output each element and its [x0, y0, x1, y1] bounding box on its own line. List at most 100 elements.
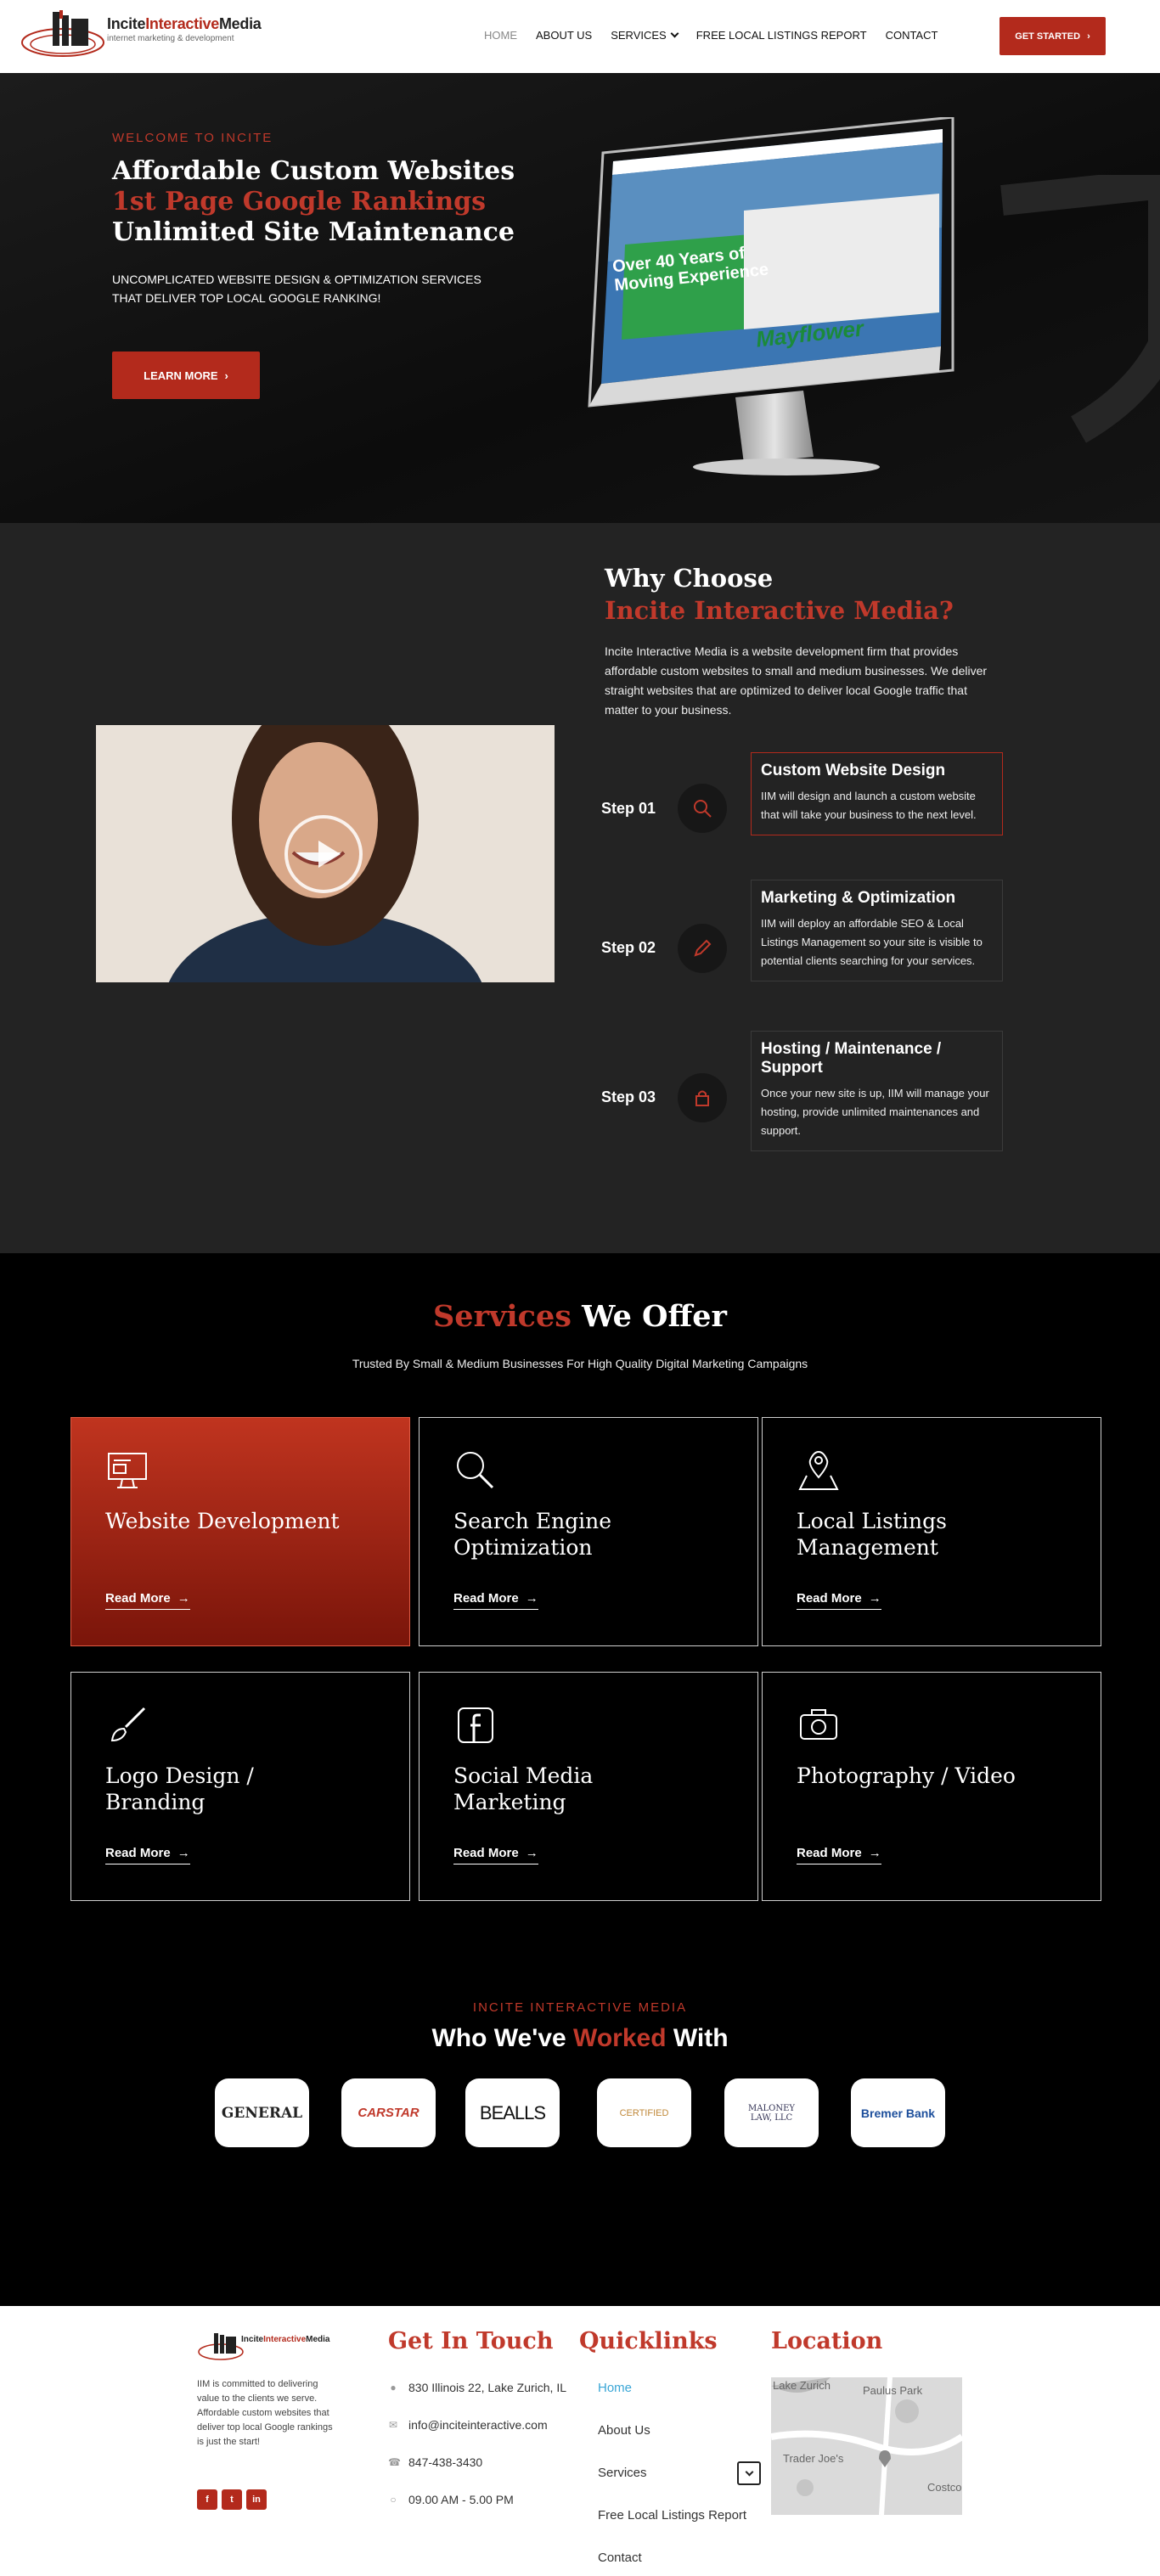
service-card-website[interactable]: Website Development Read More →: [70, 1417, 410, 1646]
client-logo-bremer: Bremer Bank: [851, 2078, 945, 2147]
clock-icon: ○: [390, 2494, 397, 2506]
site-header: InciteInteractiveMedia internet marketin…: [0, 0, 1160, 73]
services-title: Services We Offer: [0, 1299, 1160, 1334]
hero-line-2: 1st Page Google Rankings: [112, 187, 487, 217]
read-more-label: Read More: [105, 1591, 171, 1606]
chevron-right-icon: ›: [224, 368, 228, 382]
read-more-link[interactable]: Read More →: [105, 1846, 190, 1865]
read-more-link[interactable]: Read More →: [453, 1591, 538, 1610]
nav-about[interactable]: ABOUT US: [536, 29, 592, 42]
step-card: Marketing & Optimization IIM will deploy…: [751, 880, 1003, 981]
service-card-logo-design[interactable]: Logo Design / Branding Read More →: [70, 1672, 410, 1901]
brand-tagline: internet marketing & development: [107, 34, 234, 43]
location-map[interactable]: Lake Zurich Paulus Park Trader Joe's Cos…: [771, 2377, 962, 2515]
learn-more-button[interactable]: LEARN MORE ›: [112, 352, 260, 399]
quicklinks-title: Quicklinks: [579, 2328, 718, 2354]
play-icon[interactable]: [284, 815, 363, 893]
quicklink-contact[interactable]: Contact: [598, 2551, 642, 2565]
intro-video[interactable]: [96, 725, 555, 982]
nav-services[interactable]: SERVICES: [611, 29, 679, 42]
clients-title-a: Who We've: [431, 2024, 566, 2052]
read-more-link[interactable]: Read More →: [453, 1846, 538, 1865]
client-logo-general: GENERAL: [215, 2078, 309, 2147]
quicklink-about[interactable]: About Us: [598, 2423, 650, 2438]
hero-lead: UNCOMPLICATED WEBSITE DESIGN & OPTIMIZAT…: [112, 273, 481, 305]
footer-brand-1: Incite: [241, 2335, 264, 2344]
email-icon: ✉: [388, 2419, 398, 2431]
service-title: Logo Design / Branding: [105, 1763, 254, 1814]
client-logo-text: GENERAL: [221, 2104, 303, 2122]
client-logo-carstar: CARSTAR: [341, 2078, 436, 2147]
phone-icon: ☎: [388, 2456, 401, 2468]
step-2: Step 02 Marketing & Optimization IIM wil…: [601, 880, 1005, 1017]
quicklink-free-report[interactable]: Free Local Listings Report: [598, 2508, 746, 2523]
why-title-line-2: Incite Interactive Media?: [605, 596, 954, 625]
service-card-seo[interactable]: Search Engine Optimization Read More →: [419, 1417, 758, 1646]
hero-kicker: WELCOME TO INCITE: [112, 131, 273, 145]
why-intro: Incite Interactive Media is a website de…: [605, 644, 988, 717]
brand-name: InciteInteractiveMedia: [107, 15, 262, 32]
services-dropdown-toggle[interactable]: [737, 2461, 761, 2485]
client-logo-text: Bremer Bank: [860, 2106, 936, 2120]
service-card-local-listings[interactable]: Local Listings Management Read More →: [762, 1417, 1101, 1646]
step-3: Step 03 Hosting / Maintenance / Support …: [601, 1031, 1005, 1168]
services-subtitle: Trusted By Small & Medium Businesses For…: [352, 1357, 808, 1370]
hero-line-3: Unlimited Site Maintenance: [112, 217, 515, 247]
service-card-social-media[interactable]: Social Media Marketing Read More →: [419, 1672, 758, 1901]
quicklink-services[interactable]: Services: [598, 2466, 647, 2480]
service-title: Website Development: [105, 1509, 340, 1533]
arrow-right-icon: →: [177, 1846, 190, 1860]
map-label: Lake Zurich: [773, 2379, 831, 2392]
site-logo[interactable]: InciteInteractiveMedia internet marketin…: [20, 7, 267, 61]
client-logo-text: BEALLS: [479, 2101, 546, 2123]
step-title: Hosting / Maintenance / Support: [761, 1040, 942, 1077]
step-card: Hosting / Maintenance / Support Once you…: [751, 1031, 1003, 1151]
map-label: Paulus Park: [863, 2384, 923, 2397]
clients-title: Who We've Worked With: [0, 2024, 1160, 2053]
footer-logo[interactable]: InciteInteractiveMedia: [197, 2330, 333, 2362]
camera-icon: [800, 1709, 837, 1740]
footer-about: IIM is committed to delivering value to …: [197, 2379, 333, 2447]
nav-contact[interactable]: CONTACT: [886, 29, 938, 42]
read-more-label: Read More: [797, 1846, 862, 1860]
read-more-label: Read More: [105, 1846, 171, 1860]
service-card-photography[interactable]: Photography / Video Read More →: [762, 1672, 1101, 1901]
read-more-link[interactable]: Read More →: [797, 1591, 881, 1610]
monitor-mockup: Over 40 Years of Moving Experience Mayfl…: [574, 115, 965, 491]
client-logo-text: CERTIFIED: [619, 2107, 669, 2118]
clients-title-red: Worked: [573, 2024, 667, 2052]
nav-services-label: SERVICES: [611, 29, 667, 42]
step-text: IIM will deploy an affordable SEO & Loca…: [761, 917, 983, 967]
contact-hours: ○ 09.00 AM - 5.00 PM: [388, 2493, 513, 2506]
step-card: Custom Website Design IIM will design an…: [751, 752, 1003, 835]
hero-headline: Affordable Custom Websites 1st Page Goog…: [112, 156, 515, 248]
linkedin-icon[interactable]: in: [246, 2489, 267, 2510]
get-in-touch-title: Get In Touch: [388, 2328, 554, 2354]
nav-free-report[interactable]: FREE LOCAL LISTINGS REPORT: [696, 29, 867, 42]
contact-email[interactable]: ✉ info@inciteinteractive.com: [388, 2418, 548, 2432]
search-icon: [678, 784, 727, 833]
learn-more-label: LEARN MORE: [144, 368, 218, 382]
read-more-link[interactable]: Read More →: [797, 1846, 881, 1865]
read-more-link[interactable]: Read More →: [105, 1591, 190, 1610]
footer-brand-2: Interactive: [263, 2335, 307, 2344]
contact-phone[interactable]: ☎ 847-438-3430: [388, 2455, 482, 2469]
email-text: info@inciteinteractive.com: [408, 2418, 548, 2432]
monitor-icon: [108, 1453, 147, 1488]
clients-kicker: INCITE INTERACTIVE MEDIA: [472, 2000, 688, 2015]
clients-section: INCITE INTERACTIVE MEDIA Who We've Worke…: [0, 2000, 1160, 2306]
quicklink-home[interactable]: Home: [598, 2381, 632, 2395]
step-title: Marketing & Optimization: [761, 889, 956, 907]
facebook-icon[interactable]: f: [197, 2489, 217, 2510]
twitter-icon[interactable]: t: [222, 2489, 242, 2510]
client-logo-text: CARSTAR: [358, 2106, 420, 2120]
get-started-button[interactable]: GET STARTED ›: [1000, 17, 1106, 55]
services-title-red: Services: [433, 1299, 572, 1334]
arrow-right-icon: →: [525, 1591, 538, 1606]
service-title: Social Media Marketing: [453, 1763, 594, 1814]
arrow-right-icon: →: [868, 1591, 881, 1606]
nav-home[interactable]: HOME: [484, 29, 517, 42]
step-label: Step 01: [601, 800, 656, 817]
social-links: f t in: [197, 2489, 267, 2510]
step-text: Once your new site is up, IIM will manag…: [761, 1087, 989, 1137]
